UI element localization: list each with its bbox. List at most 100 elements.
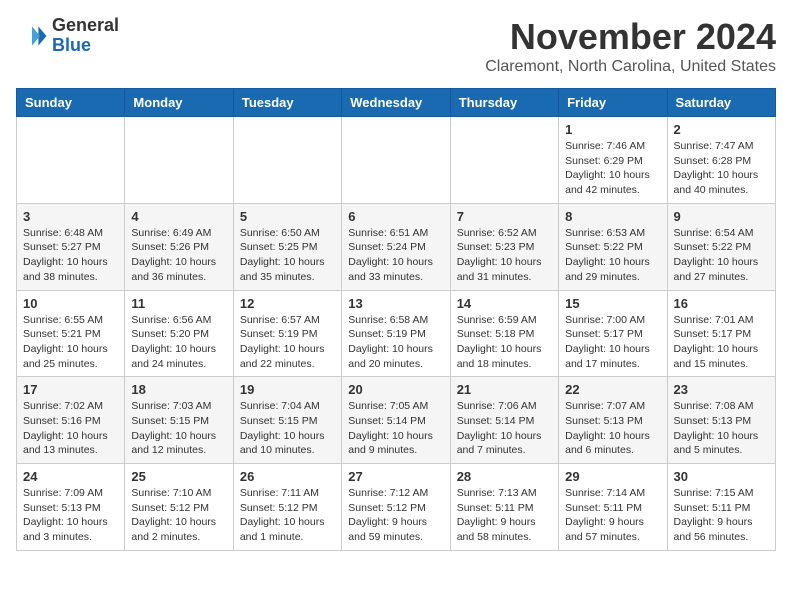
- day-info: Sunrise: 7:11 AM Sunset: 5:12 PM Dayligh…: [240, 486, 335, 545]
- day-number: 14: [457, 296, 552, 311]
- logo: General Blue: [16, 16, 119, 56]
- day-number: 25: [131, 469, 226, 484]
- day-info: Sunrise: 7:08 AM Sunset: 5:13 PM Dayligh…: [674, 399, 769, 458]
- day-number: 12: [240, 296, 335, 311]
- calendar-cell: 6 Sunrise: 6:51 AM Sunset: 5:24 PM Daylig…: [342, 203, 450, 290]
- week-row-1: 1 Sunrise: 7:46 AM Sunset: 6:29 PM Daylig…: [17, 117, 776, 204]
- calendar-cell: 15 Sunrise: 7:00 AM Sunset: 5:17 PM Dayli…: [559, 290, 667, 377]
- day-info: Sunrise: 6:58 AM Sunset: 5:19 PM Dayligh…: [348, 313, 443, 372]
- header: General Blue November 2024 Claremont, No…: [16, 16, 776, 76]
- calendar-cell: 18 Sunrise: 7:03 AM Sunset: 5:15 PM Dayli…: [125, 377, 233, 464]
- day-info: Sunrise: 6:48 AM Sunset: 5:27 PM Dayligh…: [23, 226, 118, 285]
- calendar-cell: [233, 117, 341, 204]
- day-info: Sunrise: 6:50 AM Sunset: 5:25 PM Dayligh…: [240, 226, 335, 285]
- calendar-cell: 26 Sunrise: 7:11 AM Sunset: 5:12 PM Dayli…: [233, 464, 341, 551]
- day-number: 29: [565, 469, 660, 484]
- day-number: 15: [565, 296, 660, 311]
- day-number: 13: [348, 296, 443, 311]
- week-row-3: 10Sunrise: 6:55 AM Sunset: 5:21 PM Dayli…: [17, 290, 776, 377]
- logo-text: General Blue: [52, 16, 119, 56]
- day-number: 2: [674, 122, 769, 137]
- calendar-cell: 7Sunrise: 6:52 AM Sunset: 5:23 PM Daylig…: [450, 203, 558, 290]
- day-number: 3: [23, 209, 118, 224]
- page-subtitle: Claremont, North Carolina, United States: [485, 58, 776, 76]
- calendar-cell: 8 Sunrise: 6:53 AM Sunset: 5:22 PM Daylig…: [559, 203, 667, 290]
- calendar-cell: 16 Sunrise: 7:01 AM Sunset: 5:17 PM Dayli…: [667, 290, 775, 377]
- day-info: Sunrise: 6:51 AM Sunset: 5:24 PM Dayligh…: [348, 226, 443, 285]
- day-number: 6: [348, 209, 443, 224]
- calendar-cell: 12 Sunrise: 6:57 AM Sunset: 5:19 PM Dayli…: [233, 290, 341, 377]
- weekday-header-tuesday: Tuesday: [233, 89, 341, 117]
- day-info: Sunrise: 7:15 AM Sunset: 5:11 PM Dayligh…: [674, 486, 769, 545]
- calendar-cell: 25 Sunrise: 7:10 AM Sunset: 5:12 PM Dayli…: [125, 464, 233, 551]
- logo-blue-text: Blue: [52, 36, 119, 56]
- day-info: Sunrise: 7:12 AM Sunset: 5:12 PM Dayligh…: [348, 486, 443, 545]
- calendar-cell: 4 Sunrise: 6:49 AM Sunset: 5:26 PM Daylig…: [125, 203, 233, 290]
- week-row-2: 3 Sunrise: 6:48 AM Sunset: 5:27 PM Daylig…: [17, 203, 776, 290]
- calendar-cell: [450, 117, 558, 204]
- title-area: November 2024 Claremont, North Carolina,…: [485, 16, 776, 76]
- day-info: Sunrise: 7:02 AM Sunset: 5:16 PM Dayligh…: [23, 399, 118, 458]
- day-number: 18: [131, 382, 226, 397]
- weekday-header-row: SundayMondayTuesdayWednesdayThursdayFrid…: [17, 89, 776, 117]
- calendar-cell: 27 Sunrise: 7:12 AM Sunset: 5:12 PM Dayli…: [342, 464, 450, 551]
- day-number: 1: [565, 122, 660, 137]
- day-number: 21: [457, 382, 552, 397]
- calendar-cell: [17, 117, 125, 204]
- weekday-header-monday: Monday: [125, 89, 233, 117]
- logo-general-text: General: [52, 16, 119, 36]
- calendar-cell: 21 Sunrise: 7:06 AM Sunset: 5:14 PM Dayli…: [450, 377, 558, 464]
- calendar-cell: 5Sunrise: 6:50 AM Sunset: 5:25 PM Daylig…: [233, 203, 341, 290]
- day-number: 24: [23, 469, 118, 484]
- weekday-header-saturday: Saturday: [667, 89, 775, 117]
- day-info: Sunrise: 6:55 AM Sunset: 5:21 PM Dayligh…: [23, 313, 118, 372]
- calendar-cell: 22Sunrise: 7:07 AM Sunset: 5:13 PM Dayli…: [559, 377, 667, 464]
- calendar-cell: 29Sunrise: 7:14 AM Sunset: 5:11 PM Dayli…: [559, 464, 667, 551]
- day-info: Sunrise: 7:47 AM Sunset: 6:28 PM Dayligh…: [674, 139, 769, 198]
- calendar-cell: 13 Sunrise: 6:58 AM Sunset: 5:19 PM Dayli…: [342, 290, 450, 377]
- calendar-cell: 28Sunrise: 7:13 AM Sunset: 5:11 PM Dayli…: [450, 464, 558, 551]
- day-info: Sunrise: 6:54 AM Sunset: 5:22 PM Dayligh…: [674, 226, 769, 285]
- weekday-header-friday: Friday: [559, 89, 667, 117]
- day-number: 28: [457, 469, 552, 484]
- day-number: 26: [240, 469, 335, 484]
- day-number: 8: [565, 209, 660, 224]
- day-info: Sunrise: 6:52 AM Sunset: 5:23 PM Dayligh…: [457, 226, 552, 285]
- day-number: 27: [348, 469, 443, 484]
- day-info: Sunrise: 6:59 AM Sunset: 5:18 PM Dayligh…: [457, 313, 552, 372]
- day-number: 4: [131, 209, 226, 224]
- calendar-cell: 10Sunrise: 6:55 AM Sunset: 5:21 PM Dayli…: [17, 290, 125, 377]
- calendar-cell: 3 Sunrise: 6:48 AM Sunset: 5:27 PM Daylig…: [17, 203, 125, 290]
- calendar-table: SundayMondayTuesdayWednesdayThursdayFrid…: [16, 88, 776, 551]
- calendar-cell: 11Sunrise: 6:56 AM Sunset: 5:20 PM Dayli…: [125, 290, 233, 377]
- page-title: November 2024: [485, 16, 776, 58]
- calendar-cell: 9 Sunrise: 6:54 AM Sunset: 5:22 PM Daylig…: [667, 203, 775, 290]
- calendar-cell: 2 Sunrise: 7:47 AM Sunset: 6:28 PM Daylig…: [667, 117, 775, 204]
- calendar-cell: [342, 117, 450, 204]
- day-info: Sunrise: 7:03 AM Sunset: 5:15 PM Dayligh…: [131, 399, 226, 458]
- week-row-4: 17 Sunrise: 7:02 AM Sunset: 5:16 PM Dayli…: [17, 377, 776, 464]
- day-number: 22: [565, 382, 660, 397]
- day-info: Sunrise: 7:10 AM Sunset: 5:12 PM Dayligh…: [131, 486, 226, 545]
- day-info: Sunrise: 7:09 AM Sunset: 5:13 PM Dayligh…: [23, 486, 118, 545]
- day-number: 30: [674, 469, 769, 484]
- day-info: Sunrise: 6:49 AM Sunset: 5:26 PM Dayligh…: [131, 226, 226, 285]
- day-number: 17: [23, 382, 118, 397]
- calendar-cell: [125, 117, 233, 204]
- day-number: 16: [674, 296, 769, 311]
- day-info: Sunrise: 7:06 AM Sunset: 5:14 PM Dayligh…: [457, 399, 552, 458]
- day-number: 20: [348, 382, 443, 397]
- day-info: Sunrise: 7:00 AM Sunset: 5:17 PM Dayligh…: [565, 313, 660, 372]
- calendar-cell: 17 Sunrise: 7:02 AM Sunset: 5:16 PM Dayli…: [17, 377, 125, 464]
- logo-icon: [16, 20, 48, 52]
- calendar-cell: 30 Sunrise: 7:15 AM Sunset: 5:11 PM Dayli…: [667, 464, 775, 551]
- day-number: 9: [674, 209, 769, 224]
- day-info: Sunrise: 7:01 AM Sunset: 5:17 PM Dayligh…: [674, 313, 769, 372]
- calendar-cell: 23 Sunrise: 7:08 AM Sunset: 5:13 PM Dayli…: [667, 377, 775, 464]
- day-number: 23: [674, 382, 769, 397]
- day-info: Sunrise: 6:57 AM Sunset: 5:19 PM Dayligh…: [240, 313, 335, 372]
- calendar-cell: 19Sunrise: 7:04 AM Sunset: 5:15 PM Dayli…: [233, 377, 341, 464]
- day-info: Sunrise: 7:46 AM Sunset: 6:29 PM Dayligh…: [565, 139, 660, 198]
- day-info: Sunrise: 6:53 AM Sunset: 5:22 PM Dayligh…: [565, 226, 660, 285]
- calendar-cell: 1 Sunrise: 7:46 AM Sunset: 6:29 PM Daylig…: [559, 117, 667, 204]
